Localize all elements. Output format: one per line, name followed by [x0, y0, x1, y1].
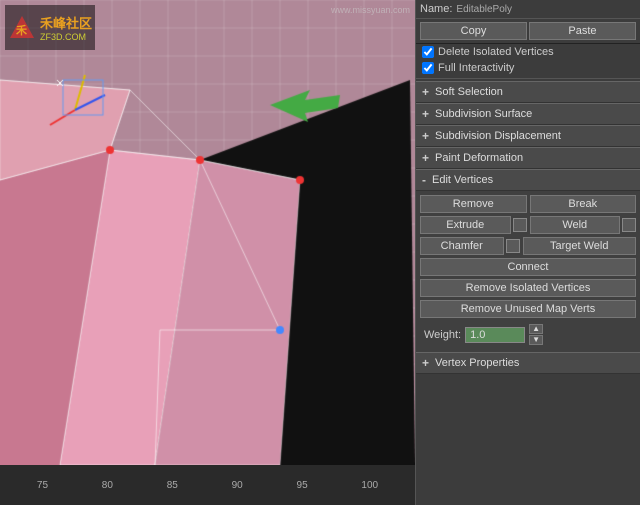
paint-deformation-header[interactable]: + Paint Deformation: [416, 147, 640, 169]
copy-paste-row: Copy Paste: [416, 19, 640, 44]
paint-deformation-toggle-icon: +: [422, 151, 429, 165]
vertex-properties-header[interactable]: + Vertex Properties: [416, 352, 640, 374]
ruler-mark: 85: [167, 480, 178, 491]
subdivision-displacement-toggle-icon: +: [422, 129, 429, 143]
subdivision-surface-header[interactable]: + Subdivision Surface: [416, 103, 640, 125]
ruler-mark: 100: [361, 480, 378, 491]
delete-isolated-label: Delete Isolated Vertices: [438, 46, 554, 58]
remove-button[interactable]: Remove: [420, 195, 527, 213]
weight-input[interactable]: [465, 327, 525, 343]
svg-text:禾: 禾: [16, 23, 28, 37]
soft-selection-toggle-icon: +: [422, 85, 429, 99]
logo: 禾 禾峰社区 ZF3D.COM: [5, 5, 95, 50]
vertex-properties-toggle-icon: +: [422, 356, 429, 370]
full-interactivity-row: Full Interactivity: [416, 60, 640, 76]
edit-vertices-toggle-icon: -: [422, 173, 426, 187]
ruler-mark: 80: [102, 480, 113, 491]
weight-label: Weight:: [424, 329, 461, 341]
subdivision-surface-title: Subdivision Surface: [435, 108, 532, 120]
chamfer-button[interactable]: Chamfer: [420, 237, 504, 255]
chamfer-targetweld-row: Chamfer Target Weld: [420, 237, 636, 255]
paste-button[interactable]: Paste: [529, 22, 636, 40]
weld-settings-box[interactable]: [622, 218, 636, 232]
extrude-settings-box[interactable]: [513, 218, 527, 232]
right-panel: Name: EditablePoly Copy Paste Delete Iso…: [415, 0, 640, 505]
weight-down-button[interactable]: ▼: [529, 335, 543, 345]
soft-selection-title: Soft Selection: [435, 86, 503, 98]
ruler-mark: 90: [232, 480, 243, 491]
break-button[interactable]: Break: [530, 195, 637, 213]
ruler-mark: 95: [297, 480, 308, 491]
full-interactivity-label: Full Interactivity: [438, 62, 514, 74]
edit-vertices-title: Edit Vertices: [432, 174, 493, 186]
vertex-properties-title: Vertex Properties: [435, 357, 519, 369]
remove-unused-button[interactable]: Remove Unused Map Verts: [420, 300, 636, 318]
remove-isolated-button[interactable]: Remove Isolated Vertices: [420, 279, 636, 297]
viewport[interactable]: 禾 禾峰社区 ZF3D.COM www.missyuan.com: [0, 0, 415, 465]
paint-deformation-title: Paint Deformation: [435, 152, 523, 164]
soft-selection-header[interactable]: + Soft Selection: [416, 81, 640, 103]
ruler-mark: 75: [37, 480, 48, 491]
connect-button[interactable]: Connect: [420, 258, 636, 276]
name-value: EditablePoly: [456, 4, 636, 15]
name-row: Name: EditablePoly: [416, 0, 640, 19]
name-label: Name:: [420, 3, 452, 15]
extrude-button[interactable]: Extrude: [420, 216, 511, 234]
weight-row: Weight: ▲ ▼: [420, 321, 636, 348]
weld-button[interactable]: Weld: [530, 216, 621, 234]
subdivision-surface-toggle-icon: +: [422, 107, 429, 121]
ruler: 75 80 85 90 95 100: [0, 465, 415, 505]
copy-button[interactable]: Copy: [420, 22, 527, 40]
weight-spinner: ▲ ▼: [529, 324, 543, 345]
full-interactivity-checkbox[interactable]: [422, 62, 434, 74]
logo-line2: ZF3D.COM: [40, 32, 92, 42]
weight-up-button[interactable]: ▲: [529, 324, 543, 334]
target-weld-button[interactable]: Target Weld: [523, 237, 637, 255]
watermark: www.missyuan.com: [331, 5, 410, 15]
remove-break-row: Remove Break: [420, 195, 636, 213]
logo-line1: 禾峰社区: [40, 13, 92, 32]
delete-isolated-checkbox[interactable]: [422, 46, 434, 58]
edit-vertices-header[interactable]: - Edit Vertices: [416, 169, 640, 191]
chamfer-settings-box[interactable]: [506, 239, 520, 253]
delete-isolated-row: Delete Isolated Vertices: [416, 44, 640, 60]
extrude-weld-row: Extrude Weld: [420, 216, 636, 234]
edit-vertices-content: Remove Break Extrude Weld Chamfer: [416, 191, 640, 352]
subdivision-displacement-title: Subdivision Displacement: [435, 130, 561, 142]
subdivision-displacement-header[interactable]: + Subdivision Displacement: [416, 125, 640, 147]
